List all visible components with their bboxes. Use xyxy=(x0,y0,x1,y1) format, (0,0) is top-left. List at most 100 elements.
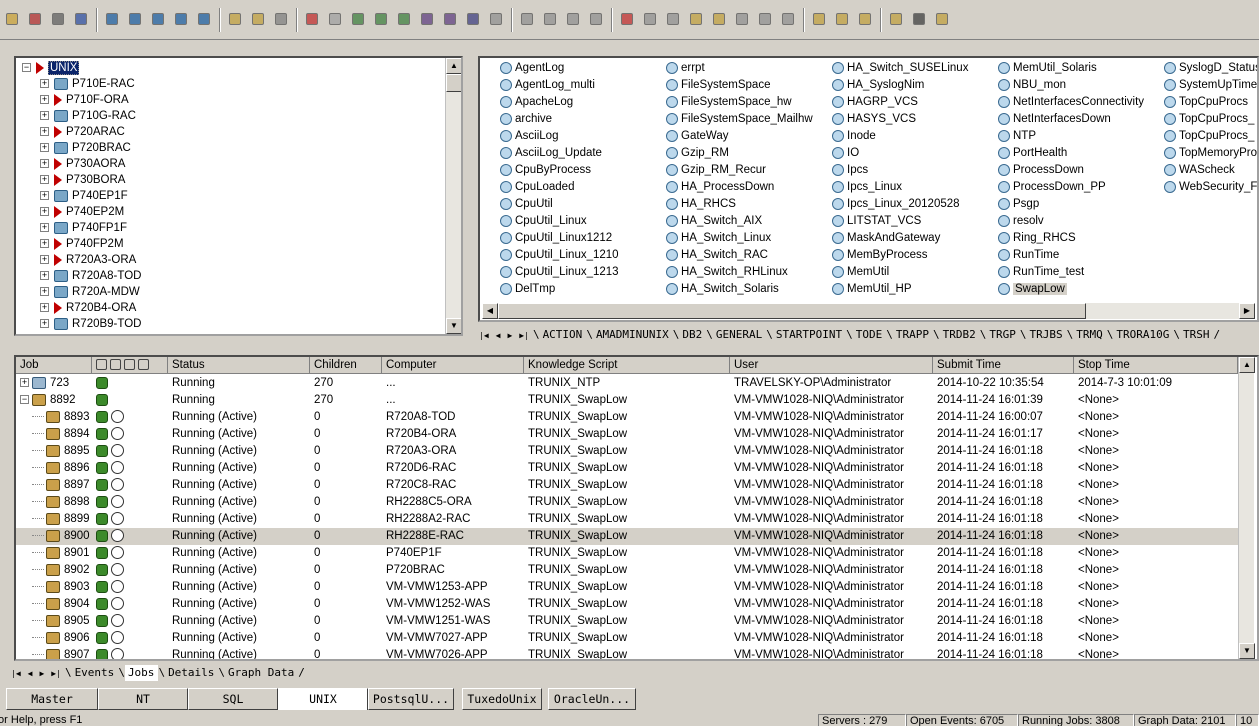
tree-item-label[interactable]: R720B9-TOD xyxy=(72,318,141,330)
tree-item-label[interactable]: P740EP2M xyxy=(66,206,124,218)
tab-jobs[interactable]: Jobs xyxy=(124,665,159,681)
tree-item[interactable]: + P740FP2M xyxy=(40,236,124,252)
job-row[interactable]: 8900 Running (Active) 0 RH2288E-RAC TRUNIX_S… xyxy=(16,528,1238,545)
tree-item[interactable]: + P730BORA xyxy=(40,172,125,188)
tree-item-label[interactable]: P710G-RAC xyxy=(72,110,136,122)
tab-details[interactable]: Details xyxy=(165,665,218,681)
tab-trmq[interactable]: TRMQ xyxy=(1073,327,1107,343)
knowledge-script-item[interactable]: WAScheck xyxy=(1164,162,1235,179)
export-button[interactable] xyxy=(686,9,705,29)
knowledge-script-label[interactable]: RunTime xyxy=(1013,249,1059,261)
job-row[interactable]: 8894 Running (Active) 0 R720B4-ORA TRUNIX_Sw… xyxy=(16,426,1238,443)
knowledge-script-label[interactable]: NTP xyxy=(1013,130,1036,142)
tab-general[interactable]: GENERAL xyxy=(713,327,766,343)
arrange-button[interactable] xyxy=(855,9,874,29)
knowledge-script-label[interactable]: resolv xyxy=(1013,215,1044,227)
tree-item-label[interactable]: P710F-ORA xyxy=(66,94,129,106)
collapse-icon[interactable]: − xyxy=(22,63,31,73)
job-row[interactable]: 8903 Running (Active) 0 VM-VMW1253-APP TRUNI… xyxy=(16,579,1238,596)
tab-trgp[interactable]: TRGP xyxy=(986,327,1020,343)
tree-item[interactable]: + P740EP1F xyxy=(40,188,128,204)
knowledge-script-label[interactable]: SwapLow xyxy=(1013,283,1067,295)
knowledge-script-label[interactable]: MemUtil_Solaris xyxy=(1013,62,1097,74)
job-row[interactable]: +723 Running 270... TRUNIX_NTP TRAVELSKY-OP\… xyxy=(16,375,1238,392)
expand-icon[interactable]: + xyxy=(40,191,49,201)
window-button[interactable] xyxy=(778,9,797,29)
column-header-stop[interactable]: Stop Time xyxy=(1074,357,1238,374)
stop-button[interactable] xyxy=(371,9,390,29)
ban-button[interactable] xyxy=(617,9,636,29)
job-row[interactable]: 8902 Running (Active) 0 P720BRAC TRUNIX_Swap… xyxy=(16,562,1238,579)
knowledge-script-item[interactable]: TopCpuProcs xyxy=(1164,94,1248,111)
knowledge-script-label[interactable]: FileSystemSpace xyxy=(681,79,770,91)
knowledge-script-label[interactable]: HA_Switch_AIX xyxy=(681,215,762,227)
delete-button[interactable] xyxy=(302,9,321,29)
knowledge-script-item[interactable]: HA_Switch_AIX xyxy=(666,213,762,230)
knowledge-script-item[interactable]: MaskAndGateway xyxy=(832,230,940,247)
knowledge-script-item[interactable]: MemUtil_Solaris xyxy=(998,60,1097,77)
cascade-button[interactable] xyxy=(832,9,851,29)
expand-icon[interactable]: + xyxy=(40,95,49,105)
knowledge-script-item[interactable]: Ipcs xyxy=(832,162,868,179)
knowledge-script-item[interactable]: NTP xyxy=(998,128,1036,145)
knowledge-script-item[interactable]: SyslogD_Status xyxy=(1164,60,1257,77)
knowledge-script-item[interactable]: CpuUtil xyxy=(500,196,553,213)
tree-item-label[interactable]: P720BRAC xyxy=(72,142,131,154)
expand-icon[interactable]: + xyxy=(40,319,49,329)
tree-item-label[interactable]: R720A8-TOD xyxy=(72,270,141,282)
tab-nav-first-button[interactable]: |◀ xyxy=(476,328,493,344)
knowledge-script-label[interactable]: HA_ProcessDown xyxy=(681,181,774,193)
knowledge-script-item[interactable]: CpuByProcess xyxy=(500,162,591,179)
knowledge-script-label[interactable]: PortHealth xyxy=(1013,147,1067,159)
tab-graph-data[interactable]: Graph Data xyxy=(225,665,298,681)
tab-startpoint[interactable]: STARTPOINT xyxy=(773,327,846,343)
tree-root[interactable]: − UNIX xyxy=(22,60,80,76)
knowledge-script-item[interactable]: WebSecurity_F xyxy=(1164,179,1257,196)
resume-button[interactable] xyxy=(517,9,536,29)
schedule-button[interactable] xyxy=(394,9,413,29)
knowledge-script-label[interactable]: LITSTAT_VCS xyxy=(847,215,921,227)
tree-item-label[interactable]: P710E-RAC xyxy=(72,78,135,90)
knowledge-script-label[interactable]: HA_Switch_RAC xyxy=(681,249,768,261)
knowledge-script-label[interactable]: NetInterfacesConnectivity xyxy=(1013,96,1144,108)
knowledge-script-item[interactable]: HA_Switch_RAC xyxy=(666,247,768,264)
knowledge-script-item[interactable]: Ipcs_Linux xyxy=(832,179,902,196)
expand-icon[interactable]: + xyxy=(40,79,49,89)
tree-item[interactable]: + R720A-MDW xyxy=(40,284,140,300)
knowledge-script-label[interactable]: CpuLoaded xyxy=(515,181,574,193)
jobs-scrollbar[interactable]: ▲ ▼ xyxy=(1238,357,1255,659)
job-row[interactable]: 8898 Running (Active) 0 RH2288C5-ORA TRUNIX_… xyxy=(16,494,1238,511)
knowledge-script-item[interactable]: CpuUtil_Linux xyxy=(500,213,587,230)
knowledge-script-item[interactable]: AgentLog xyxy=(500,60,564,77)
knowledge-script-label[interactable]: FileSystemSpace_Mailhw xyxy=(681,113,813,125)
tree-item-label[interactable]: R720B4-ORA xyxy=(66,302,136,314)
knowledge-script-label[interactable]: DelTmp xyxy=(515,283,555,295)
tree-item[interactable]: + P740EP2M xyxy=(40,204,124,220)
scroll-thumb[interactable] xyxy=(446,74,461,92)
expand-icon[interactable]: + xyxy=(40,143,49,153)
knowledge-script-label[interactable]: HA_Switch_Linux xyxy=(681,232,771,244)
knowledge-script-item[interactable]: Ring_RHCS xyxy=(998,230,1076,247)
knowledge-script-item[interactable]: ProcessDown_PP xyxy=(998,179,1106,196)
knowledge-script-item[interactable]: FileSystemSpace xyxy=(666,77,770,94)
tile-button[interactable] xyxy=(809,9,828,29)
knowledge-script-item[interactable]: CpuUtil_Linux_1210 xyxy=(500,247,619,264)
knowledge-script-item[interactable]: HA_RHCS xyxy=(666,196,736,213)
knowledge-script-label[interactable]: HAGRP_VCS xyxy=(847,96,918,108)
knowledge-script-label[interactable]: ProcessDown xyxy=(1013,164,1084,176)
tree-item-label[interactable]: P720ARAC xyxy=(66,126,125,138)
folder-button[interactable] xyxy=(886,9,905,29)
tree-item-label[interactable]: R720A-MDW xyxy=(72,286,140,298)
knowledge-script-label[interactable]: CpuUtil_Linux xyxy=(515,215,587,227)
knowledge-script-label[interactable]: SyslogD_Status xyxy=(1179,62,1257,74)
knowledge-script-label[interactable]: MaskAndGateway xyxy=(847,232,940,244)
tree-item[interactable]: + R720A3-ORA xyxy=(40,252,136,268)
job-row[interactable]: 8907 Running (Active) 0 VM-VMW7026-APP TRUNI… xyxy=(16,647,1238,659)
tree-item[interactable]: + P730AORA xyxy=(40,156,125,172)
knowledge-script-item[interactable]: FileSystemSpace_hw xyxy=(666,94,792,111)
properties-button[interactable] xyxy=(248,9,267,29)
knowledge-script-item[interactable]: MemUtil_HP xyxy=(832,281,912,298)
tree-item-label[interactable]: P730AORA xyxy=(66,158,125,170)
knowledge-script-item[interactable]: GateWay xyxy=(666,128,729,145)
knowledge-script-label[interactable]: Gzip_RM_Recur xyxy=(681,164,766,176)
